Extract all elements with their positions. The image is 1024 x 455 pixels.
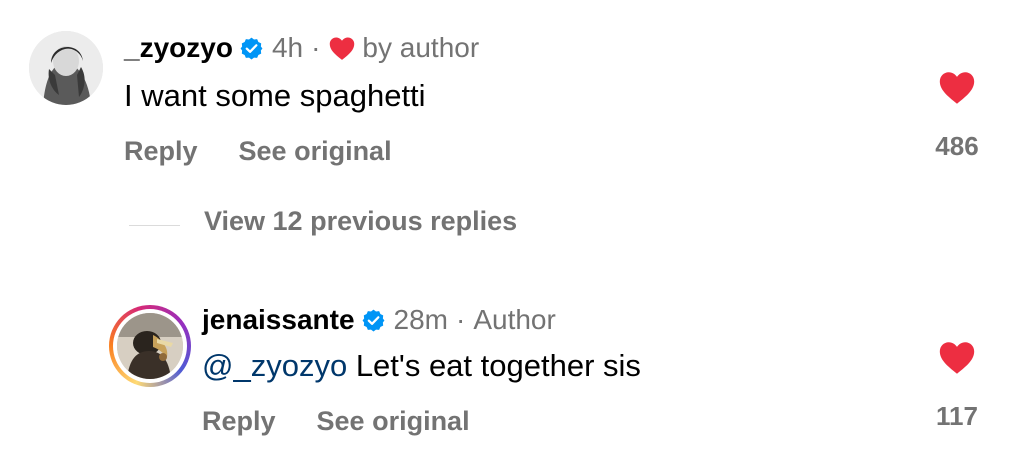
reply-username[interactable]: jenaissante — [202, 304, 355, 336]
author-label: Author — [473, 304, 556, 335]
comment-username[interactable]: _zyozyo — [124, 32, 233, 64]
comment-time: 4h — [271, 32, 304, 63]
reply-button[interactable]: Reply — [202, 406, 276, 437]
view-previous-replies-button[interactable]: View 12 previous replies — [204, 206, 517, 237]
heart-icon[interactable] — [937, 69, 977, 105]
separator-dot: · — [456, 304, 466, 335]
mention-link[interactable]: @_zyozyo — [202, 348, 347, 383]
comment-header: _zyozyo 4h · by author — [124, 32, 479, 64]
liked-by-author-label: by author — [362, 32, 480, 63]
avatar-zyozyo[interactable] — [29, 31, 103, 105]
see-original-button[interactable]: See original — [317, 406, 470, 437]
reply-header: jenaissante 28m · Author — [202, 304, 556, 336]
profile-photo-icon — [117, 313, 183, 379]
verified-badge-icon — [362, 309, 384, 331]
verified-badge-icon — [240, 37, 263, 59]
like-count[interactable]: 117 — [917, 401, 997, 432]
reply-button[interactable]: Reply — [124, 136, 198, 167]
comment-actions: Reply See original — [124, 136, 392, 167]
comment-text: I want some spaghetti — [124, 78, 426, 113]
separator-dot: · — [311, 32, 321, 63]
reply-text: @_zyozyo Let's eat together sis — [202, 348, 641, 384]
author-liked-heart-icon — [330, 37, 355, 60]
heart-icon[interactable] — [937, 339, 977, 375]
avatar-jenaissante[interactable] — [109, 305, 191, 387]
replies-divider — [129, 225, 180, 226]
see-original-button[interactable]: See original — [239, 136, 392, 167]
reply-time: 28m — [393, 304, 448, 335]
like-count[interactable]: 486 — [917, 131, 997, 162]
profile-photo-icon — [29, 31, 103, 105]
story-ring-gap — [113, 309, 187, 383]
reply-body: Let's eat together sis — [347, 348, 641, 383]
reply-actions: Reply See original — [202, 406, 470, 437]
